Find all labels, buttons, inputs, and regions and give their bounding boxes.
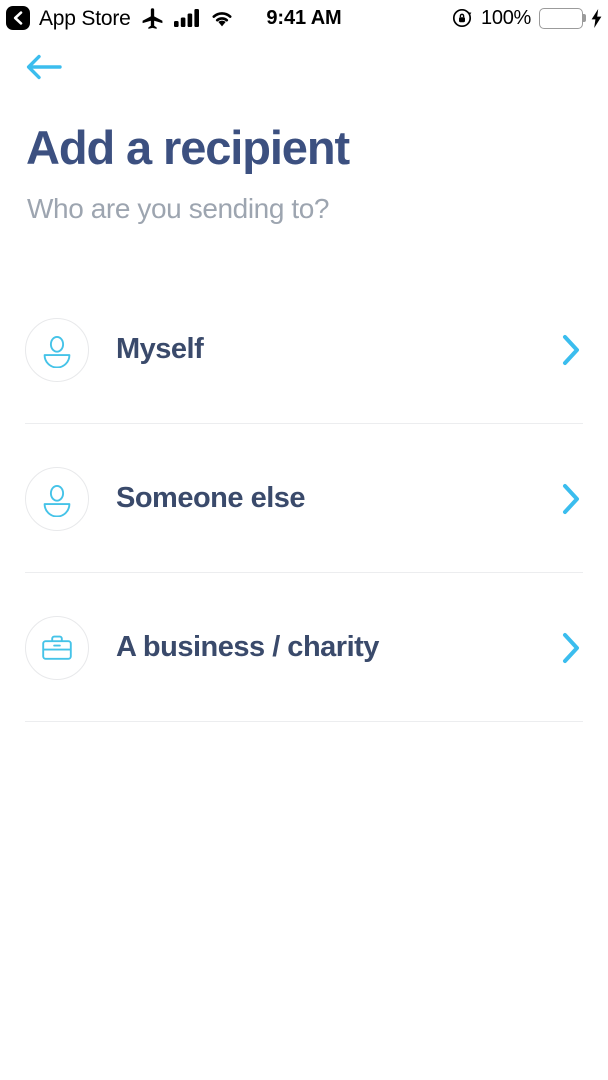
option-row-myself[interactable]: Myself	[0, 275, 608, 425]
person-icon	[25, 466, 89, 531]
chevron-right-icon[interactable]	[561, 334, 581, 366]
arrow-left-icon	[26, 54, 62, 80]
status-bar-right: 100%	[451, 7, 602, 30]
chevron-right-icon[interactable]	[561, 483, 581, 515]
option-label: Someone else	[116, 482, 306, 515]
briefcase-icon	[25, 615, 89, 680]
page-subtitle: Who are you sending to?	[27, 193, 330, 225]
option-label: Myself	[116, 333, 204, 366]
option-row-someone-else[interactable]: Someone else	[0, 424, 608, 574]
option-label: A business / charity	[116, 631, 379, 664]
navigation-bar	[0, 36, 608, 98]
page-title: Add a recipient	[26, 121, 350, 174]
chevron-right-icon[interactable]	[561, 632, 581, 664]
row-divider	[25, 721, 583, 723]
back-button[interactable]	[26, 50, 66, 84]
recipient-options-list: Myself Someone else A business / charity	[0, 275, 608, 723]
battery-full-icon	[539, 7, 586, 29]
charging-bolt-icon	[591, 8, 602, 28]
battery-percentage: 100%	[481, 6, 531, 29]
rotation-lock-icon	[451, 7, 473, 29]
person-icon	[25, 317, 89, 382]
option-row-business-charity[interactable]: A business / charity	[0, 573, 608, 723]
status-bar: App Store 9:41 AM 100%	[0, 0, 608, 36]
